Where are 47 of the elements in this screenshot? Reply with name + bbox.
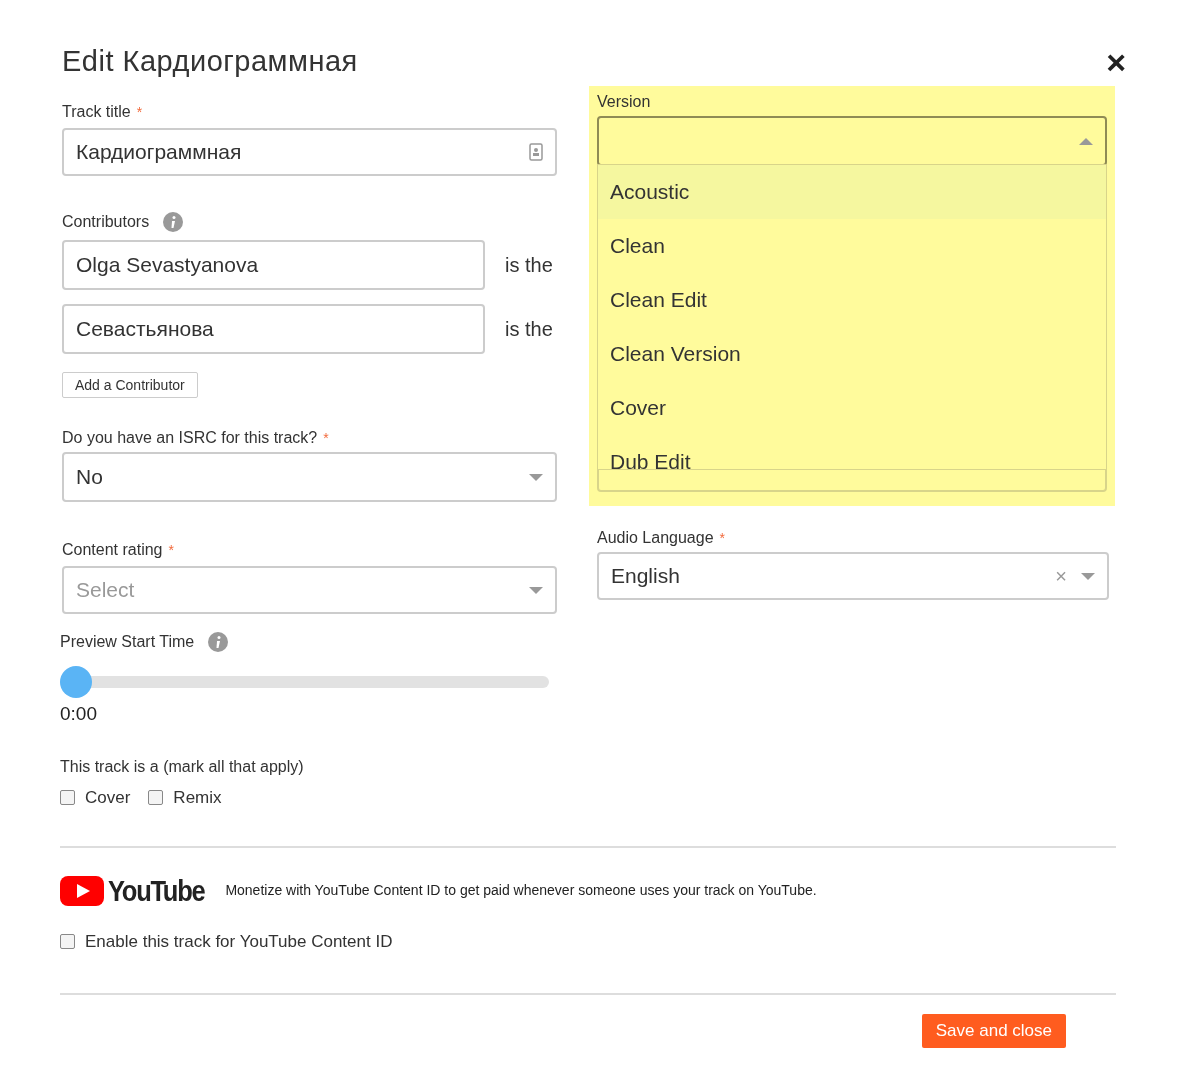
dropdown-option[interactable]: Clean Version: [598, 327, 1106, 381]
field-label: Preview Start Time: [60, 632, 195, 652]
checkbox-label[interactable]: Cover: [85, 784, 131, 810]
required-mark: *: [168, 540, 174, 560]
role-text: is the: [505, 253, 553, 278]
dialog-title: Edit Кардиограммная: [62, 44, 358, 80]
field-label: Do you have an ISRC for this track?: [62, 428, 318, 448]
checkbox-label[interactable]: Enable this track for YouTube Content ID: [85, 929, 393, 955]
required-mark: *: [719, 528, 725, 548]
dropdown-option[interactable]: Clean: [598, 219, 1106, 273]
time-text: 0:00: [60, 702, 98, 726]
checkbox[interactable]: [148, 789, 164, 805]
slider[interactable]: [60, 666, 549, 698]
required-mark: *: [323, 428, 329, 448]
checkbox[interactable]: [60, 789, 75, 805]
contact-card-icon: [529, 143, 543, 161]
field-label: This track is a (mark all that apply): [60, 756, 305, 777]
checkbox-label[interactable]: Remix: [173, 784, 222, 810]
logo-text: YouTube: [108, 873, 205, 909]
required-mark: *: [136, 102, 143, 122]
field-label: Version: [597, 92, 651, 112]
youtube-description: Monetize with YouTube Content ID to get paid whenever someone uses your track on YouTube.: [225, 881, 817, 900]
dropdown-option[interactable]: Dub Edit: [598, 435, 1106, 469]
isrc-select[interactable]: No: [62, 452, 557, 502]
info-icon[interactable]: [163, 212, 184, 232]
field-label: Contributors: [62, 212, 150, 232]
contributor-field[interactable]: Севастьянова: [62, 304, 485, 354]
caret-icon: [529, 473, 543, 481]
role-text: is the: [505, 317, 553, 342]
dropdown-option[interactable]: Clean Edit: [598, 273, 1106, 327]
dropdown-option[interactable]: Cover: [598, 381, 1106, 435]
close-button[interactable]: ×: [1106, 45, 1126, 79]
dropdown-option[interactable]: Acoustic: [598, 165, 1106, 219]
field-label: Content rating: [62, 540, 163, 560]
track-title-field[interactable]: Кардиограммная: [62, 128, 557, 176]
caret-icon: [529, 586, 543, 594]
checkbox[interactable]: [60, 934, 75, 950]
field-label: Track title: [62, 102, 131, 122]
caret-icon: [1081, 572, 1095, 580]
info-icon[interactable]: [208, 632, 229, 652]
slider-thumb[interactable]: [60, 666, 92, 698]
field-label: Audio Language: [597, 528, 714, 548]
add-contributor-button[interactable]: Add a Contributor: [62, 372, 198, 398]
contributor-field[interactable]: Olga Sevastyanova: [62, 240, 485, 290]
audio-language-select[interactable]: English ×: [597, 552, 1109, 600]
play-icon: [60, 875, 104, 906]
caret-icon: [1079, 137, 1093, 145]
